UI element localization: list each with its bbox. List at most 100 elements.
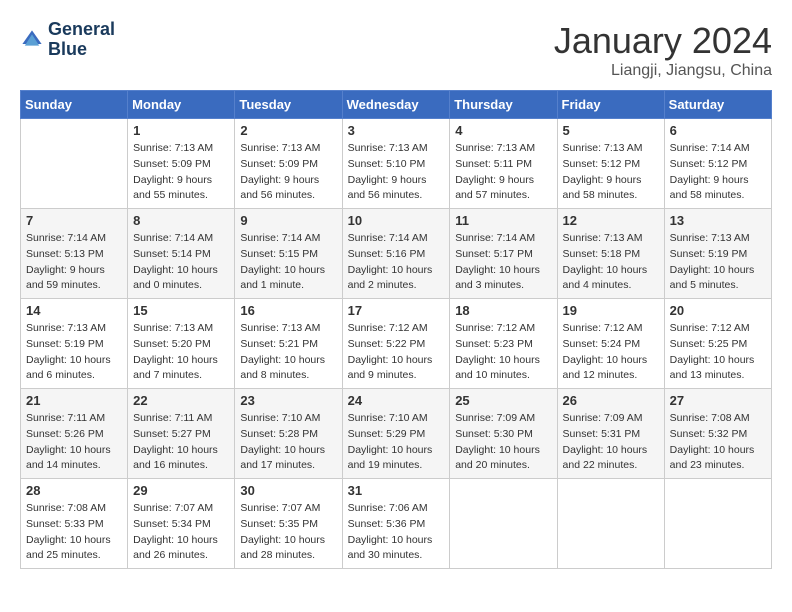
- day-number: 9: [240, 213, 336, 228]
- day-number: 24: [348, 393, 445, 408]
- calendar-cell: 27 Sunrise: 7:08 AMSunset: 5:32 PMDayligh…: [664, 389, 771, 479]
- day-number: 2: [240, 123, 336, 138]
- day-header-wednesday: Wednesday: [342, 91, 450, 119]
- day-number: 31: [348, 483, 445, 498]
- calendar-cell: [664, 479, 771, 569]
- day-number: 20: [670, 303, 766, 318]
- calendar-cell: 23 Sunrise: 7:10 AMSunset: 5:28 PMDayligh…: [235, 389, 342, 479]
- day-info: Sunrise: 7:14 AMSunset: 5:17 PMDaylight:…: [455, 231, 551, 294]
- calendar-cell: 3 Sunrise: 7:13 AMSunset: 5:10 PMDaylight…: [342, 119, 450, 209]
- day-info: Sunrise: 7:13 AMSunset: 5:10 PMDaylight:…: [348, 141, 445, 204]
- calendar-cell: 4 Sunrise: 7:13 AMSunset: 5:11 PMDaylight…: [450, 119, 557, 209]
- day-info: Sunrise: 7:13 AMSunset: 5:09 PMDaylight:…: [133, 141, 229, 204]
- day-info: Sunrise: 7:14 AMSunset: 5:15 PMDaylight:…: [240, 231, 336, 294]
- day-number: 22: [133, 393, 229, 408]
- day-info: Sunrise: 7:14 AMSunset: 5:14 PMDaylight:…: [133, 231, 229, 294]
- page-header: General Blue January 2024 Liangji, Jiang…: [20, 20, 772, 80]
- calendar-cell: 22 Sunrise: 7:11 AMSunset: 5:27 PMDayligh…: [128, 389, 235, 479]
- calendar-cell: 12Sunrise: 7:13 AMSunset: 5:18 PMDayligh…: [557, 209, 664, 299]
- calendar-cell: 24Sunrise: 7:10 AMSunset: 5:29 PMDayligh…: [342, 389, 450, 479]
- day-number: 12: [563, 213, 659, 228]
- day-number: 23: [240, 393, 336, 408]
- calendar-cell: 8Sunrise: 7:14 AMSunset: 5:14 PMDaylight…: [128, 209, 235, 299]
- day-info: Sunrise: 7:07 AMSunset: 5:35 PMDaylight:…: [240, 501, 336, 564]
- calendar-cell: 6 Sunrise: 7:14 AMSunset: 5:12 PMDaylight…: [664, 119, 771, 209]
- day-number: 30: [240, 483, 336, 498]
- calendar-cell: 15 Sunrise: 7:13 AMSunset: 5:20 PMDayligh…: [128, 299, 235, 389]
- day-info: Sunrise: 7:12 AMSunset: 5:23 PMDaylight:…: [455, 321, 551, 384]
- calendar-cell: 11 Sunrise: 7:14 AMSunset: 5:17 PMDayligh…: [450, 209, 557, 299]
- calendar-cell: 30 Sunrise: 7:07 AMSunset: 5:35 PMDayligh…: [235, 479, 342, 569]
- logo-icon: [20, 28, 44, 52]
- day-info: Sunrise: 7:13 AMSunset: 5:20 PMDaylight:…: [133, 321, 229, 384]
- calendar-cell: [21, 119, 128, 209]
- calendar-cell: 25 Sunrise: 7:09 AMSunset: 5:30 PMDayligh…: [450, 389, 557, 479]
- day-info: Sunrise: 7:14 AMSunset: 5:16 PMDaylight:…: [348, 231, 445, 294]
- day-info: Sunrise: 7:08 AMSunset: 5:32 PMDaylight:…: [670, 411, 766, 474]
- day-number: 16: [240, 303, 336, 318]
- calendar-cell: 17Sunrise: 7:12 AMSunset: 5:22 PMDayligh…: [342, 299, 450, 389]
- calendar-cell: 13 Sunrise: 7:13 AMSunset: 5:19 PMDayligh…: [664, 209, 771, 299]
- day-header-sunday: Sunday: [21, 91, 128, 119]
- day-number: 27: [670, 393, 766, 408]
- day-info: Sunrise: 7:08 AMSunset: 5:33 PMDaylight:…: [26, 501, 122, 564]
- calendar-cell: 31 Sunrise: 7:06 AMSunset: 5:36 PMDayligh…: [342, 479, 450, 569]
- calendar-cell: [557, 479, 664, 569]
- day-info: Sunrise: 7:13 AMSunset: 5:19 PMDaylight:…: [670, 231, 766, 294]
- calendar-table: SundayMondayTuesdayWednesdayThursdayFrid…: [20, 90, 772, 569]
- day-header-saturday: Saturday: [664, 91, 771, 119]
- calendar-cell: 29Sunrise: 7:07 AMSunset: 5:34 PMDayligh…: [128, 479, 235, 569]
- calendar-cell: 5 Sunrise: 7:13 AMSunset: 5:12 PMDaylight…: [557, 119, 664, 209]
- location: Liangji, Jiangsu, China: [554, 62, 772, 80]
- calendar-cell: 18 Sunrise: 7:12 AMSunset: 5:23 PMDayligh…: [450, 299, 557, 389]
- day-info: Sunrise: 7:11 AMSunset: 5:26 PMDaylight:…: [26, 411, 122, 474]
- calendar-cell: 7 Sunrise: 7:14 AMSunset: 5:13 PMDaylight…: [21, 209, 128, 299]
- day-info: Sunrise: 7:13 AMSunset: 5:12 PMDaylight:…: [563, 141, 659, 204]
- day-info: Sunrise: 7:14 AMSunset: 5:13 PMDaylight:…: [26, 231, 122, 294]
- calendar-cell: 10 Sunrise: 7:14 AMSunset: 5:16 PMDayligh…: [342, 209, 450, 299]
- day-number: 5: [563, 123, 659, 138]
- day-number: 11: [455, 213, 551, 228]
- day-number: 14: [26, 303, 122, 318]
- day-number: 18: [455, 303, 551, 318]
- day-number: 26: [563, 393, 659, 408]
- day-header-tuesday: Tuesday: [235, 91, 342, 119]
- day-info: Sunrise: 7:12 AMSunset: 5:24 PMDaylight:…: [563, 321, 659, 384]
- day-number: 25: [455, 393, 551, 408]
- day-info: Sunrise: 7:13 AMSunset: 5:11 PMDaylight:…: [455, 141, 551, 204]
- calendar-cell: 28 Sunrise: 7:08 AMSunset: 5:33 PMDayligh…: [21, 479, 128, 569]
- day-info: Sunrise: 7:13 AMSunset: 5:21 PMDaylight:…: [240, 321, 336, 384]
- day-info: Sunrise: 7:07 AMSunset: 5:34 PMDaylight:…: [133, 501, 229, 564]
- week-row-4: 21Sunrise: 7:11 AMSunset: 5:26 PMDayligh…: [21, 389, 772, 479]
- calendar-cell: 14 Sunrise: 7:13 AMSunset: 5:19 PMDayligh…: [21, 299, 128, 389]
- calendar-cell: [450, 479, 557, 569]
- week-row-3: 14 Sunrise: 7:13 AMSunset: 5:19 PMDayligh…: [21, 299, 772, 389]
- week-row-1: 1Sunrise: 7:13 AMSunset: 5:09 PMDaylight…: [21, 119, 772, 209]
- day-number: 6: [670, 123, 766, 138]
- calendar-cell: 26Sunrise: 7:09 AMSunset: 5:31 PMDayligh…: [557, 389, 664, 479]
- calendar-cell: 2 Sunrise: 7:13 AMSunset: 5:09 PMDaylight…: [235, 119, 342, 209]
- day-info: Sunrise: 7:12 AMSunset: 5:22 PMDaylight:…: [348, 321, 445, 384]
- calendar-cell: 19Sunrise: 7:12 AMSunset: 5:24 PMDayligh…: [557, 299, 664, 389]
- day-info: Sunrise: 7:13 AMSunset: 5:09 PMDaylight:…: [240, 141, 336, 204]
- day-info: Sunrise: 7:12 AMSunset: 5:25 PMDaylight:…: [670, 321, 766, 384]
- day-info: Sunrise: 7:10 AMSunset: 5:28 PMDaylight:…: [240, 411, 336, 474]
- day-info: Sunrise: 7:06 AMSunset: 5:36 PMDaylight:…: [348, 501, 445, 564]
- calendar-cell: 1Sunrise: 7:13 AMSunset: 5:09 PMDaylight…: [128, 119, 235, 209]
- day-info: Sunrise: 7:11 AMSunset: 5:27 PMDaylight:…: [133, 411, 229, 474]
- calendar-cell: 9 Sunrise: 7:14 AMSunset: 5:15 PMDaylight…: [235, 209, 342, 299]
- day-number: 4: [455, 123, 551, 138]
- day-number: 3: [348, 123, 445, 138]
- day-number: 28: [26, 483, 122, 498]
- title-block: January 2024 Liangji, Jiangsu, China: [554, 20, 772, 80]
- day-number: 10: [348, 213, 445, 228]
- day-number: 15: [133, 303, 229, 318]
- day-info: Sunrise: 7:13 AMSunset: 5:19 PMDaylight:…: [26, 321, 122, 384]
- week-row-2: 7 Sunrise: 7:14 AMSunset: 5:13 PMDaylight…: [21, 209, 772, 299]
- day-info: Sunrise: 7:09 AMSunset: 5:30 PMDaylight:…: [455, 411, 551, 474]
- day-number: 13: [670, 213, 766, 228]
- day-number: 7: [26, 213, 122, 228]
- logo-text: General Blue: [48, 20, 115, 60]
- logo: General Blue: [20, 20, 115, 60]
- day-info: Sunrise: 7:14 AMSunset: 5:12 PMDaylight:…: [670, 141, 766, 204]
